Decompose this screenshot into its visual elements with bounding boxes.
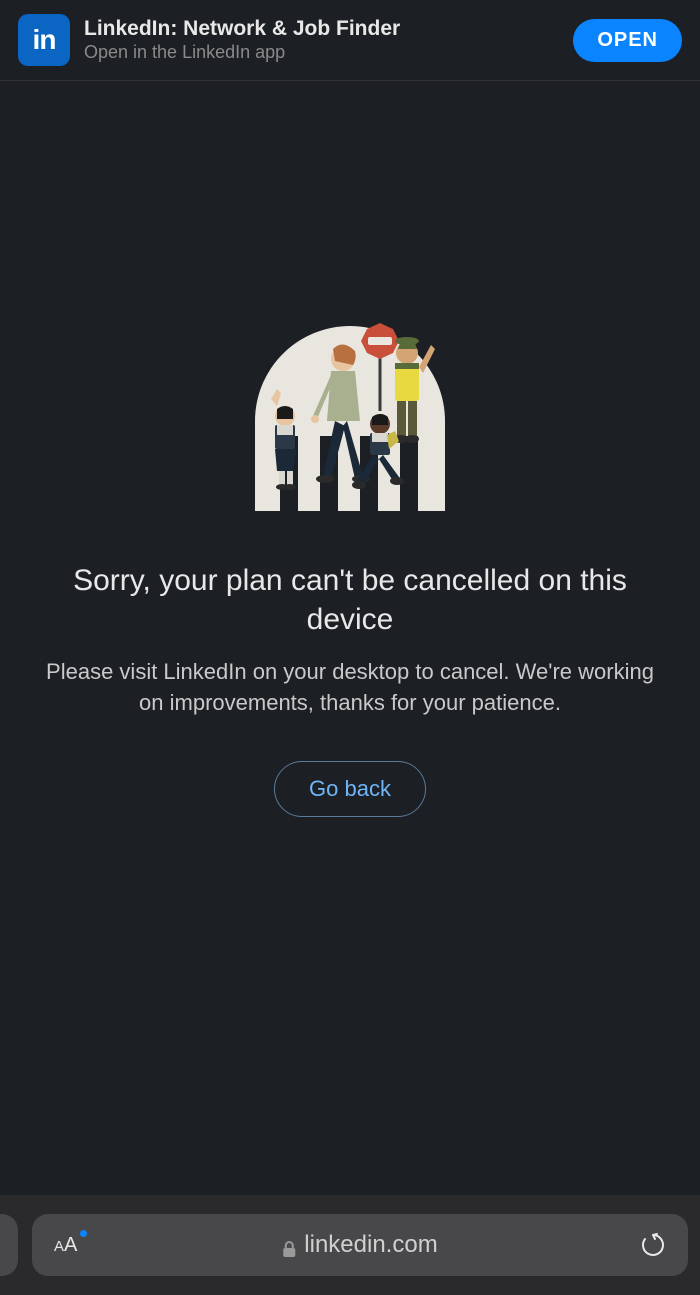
linkedin-logo-text: in: [33, 24, 56, 56]
error-description: Please visit LinkedIn on your desktop to…: [40, 657, 660, 719]
error-heading: Sorry, your plan can't be cancelled on t…: [40, 561, 660, 639]
address-bar[interactable]: AA linkedin.com: [32, 1214, 688, 1276]
text-size-control[interactable]: AA: [54, 1234, 77, 1257]
url-display: linkedin.com: [282, 1231, 437, 1259]
app-info: LinkedIn: Network & Job Finder Open in t…: [84, 16, 559, 65]
app-install-banner: in LinkedIn: Network & Job Finder Open i…: [0, 0, 700, 81]
browser-toolbar: AA linkedin.com: [0, 1195, 700, 1295]
url-text: linkedin.com: [304, 1231, 437, 1259]
indicator-dot: [80, 1230, 87, 1237]
reload-icon[interactable]: [640, 1232, 666, 1258]
app-subtitle: Open in the LinkedIn app: [84, 41, 559, 64]
lock-icon: [282, 1237, 296, 1254]
go-back-button[interactable]: Go back: [274, 761, 426, 817]
main-content: Sorry, your plan can't be cancelled on t…: [0, 281, 700, 817]
app-title: LinkedIn: Network & Job Finder: [84, 16, 559, 41]
linkedin-app-icon: in: [18, 14, 70, 66]
open-app-button[interactable]: OPEN: [573, 19, 682, 62]
crossing-guard-illustration: [235, 281, 465, 511]
tab-switcher-edge[interactable]: [0, 1214, 18, 1276]
